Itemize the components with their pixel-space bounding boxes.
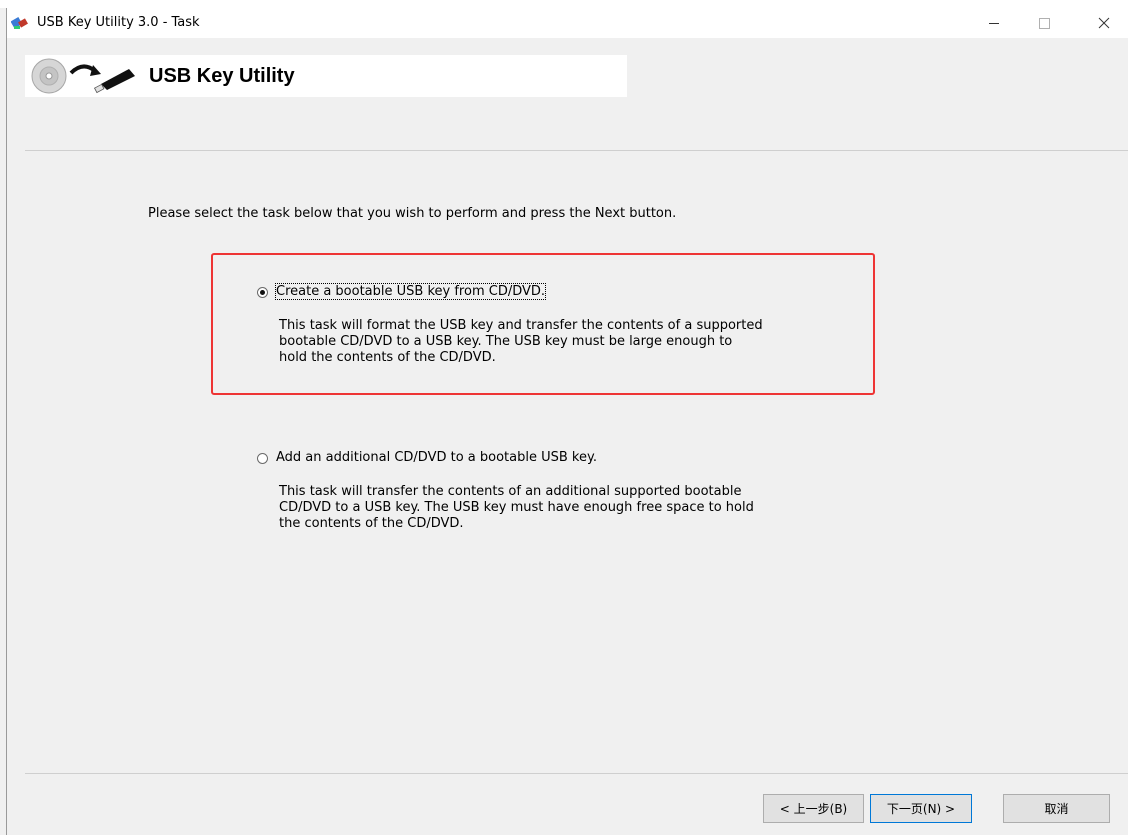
radio-add-cd-dvd[interactable] <box>257 453 268 464</box>
option-label-create[interactable]: Create a bootable USB key from CD/DVD. <box>274 283 547 300</box>
cancel-button[interactable]: 取消 <box>1003 794 1110 823</box>
radio-create-usb-key[interactable] <box>257 287 268 298</box>
footer-divider <box>25 773 1128 774</box>
option-description-create: This task will format the USB key and tr… <box>279 318 763 365</box>
header-banner: USB Key Utility <box>25 55 627 97</box>
header-divider <box>25 150 1128 151</box>
instruction-text: Please select the task below that you wi… <box>148 206 677 221</box>
minimize-icon <box>989 22 999 24</box>
close-icon <box>1098 17 1110 29</box>
back-button[interactable]: < 上一步(B) <box>763 794 864 823</box>
option-description-add: This task will transfer the contents of … <box>279 484 754 531</box>
dialog-window: USB Key Utility 3.0 - Task USB Key Utili… <box>6 8 1128 835</box>
banner-title: USB Key Utility <box>149 65 295 87</box>
maximize-button[interactable] <box>1021 8 1067 38</box>
next-button[interactable]: 下一页(N) > <box>870 794 972 823</box>
maximize-icon <box>1038 17 1050 29</box>
app-usb-icon <box>11 17 28 29</box>
window-title: USB Key Utility 3.0 - Task <box>37 15 200 30</box>
close-button[interactable] <box>1081 8 1127 38</box>
minimize-button[interactable] <box>971 8 1017 38</box>
title-bar: USB Key Utility 3.0 - Task <box>7 8 1128 38</box>
cd-to-usb-icon <box>31 58 135 94</box>
option-label-add[interactable]: Add an additional CD/DVD to a bootable U… <box>276 450 597 465</box>
background-window-strip <box>0 0 1128 8</box>
